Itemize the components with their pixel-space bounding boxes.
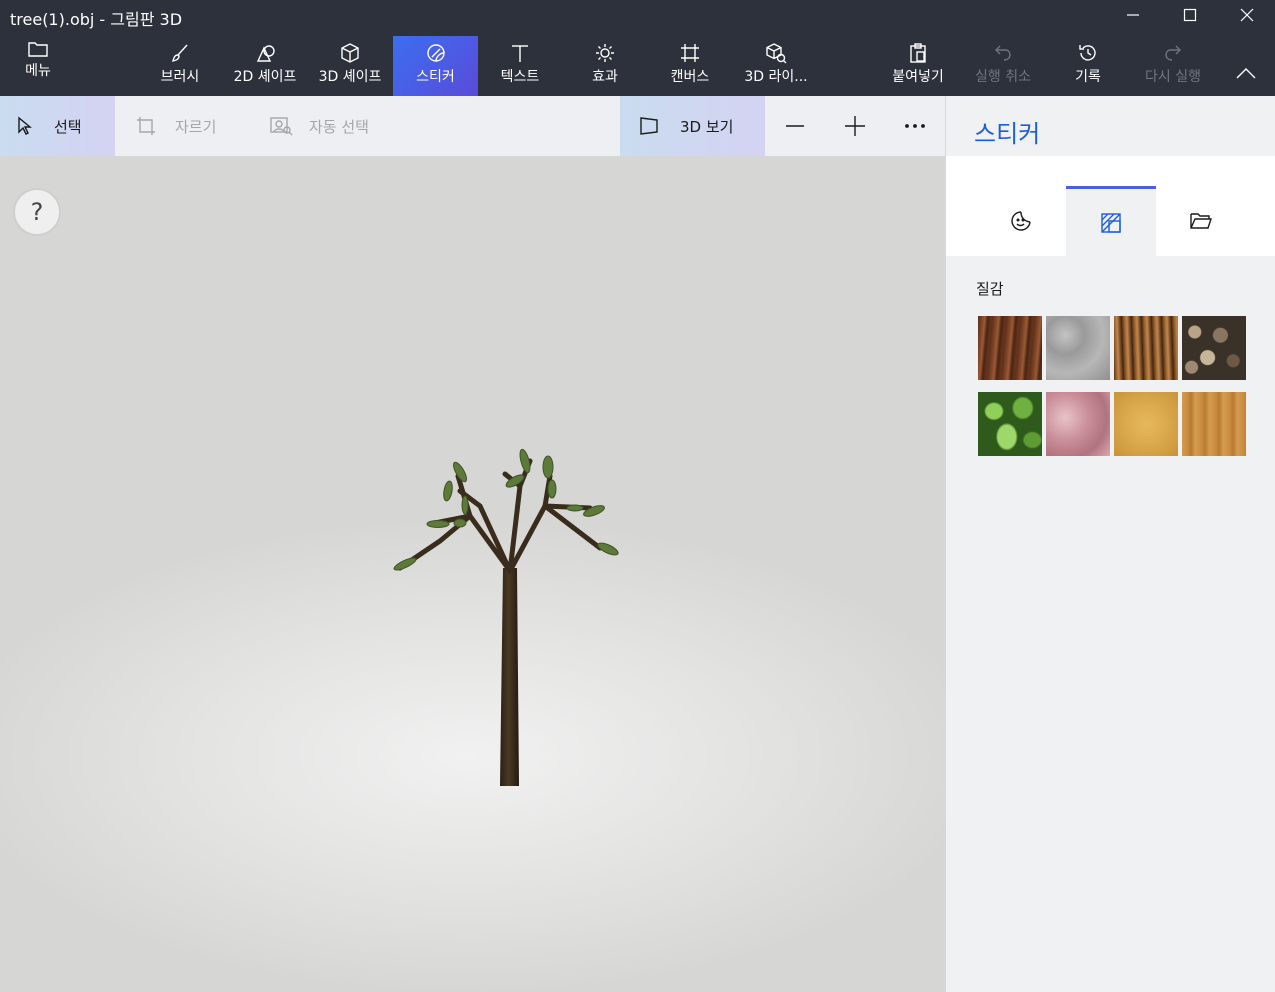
magic-select-label: 자동 선택 bbox=[309, 117, 369, 136]
tab-brush[interactable]: 브러시 bbox=[138, 36, 222, 96]
minimize-icon bbox=[1126, 14, 1139, 16]
window-title: tree(1).obj - 그림판 3D bbox=[10, 10, 183, 29]
tab-canvas[interactable]: 캔버스 bbox=[648, 36, 732, 96]
tab-3d-shapes[interactable]: 3D 셰이프 bbox=[308, 36, 392, 96]
magic-select-icon bbox=[270, 117, 293, 136]
smiley-sticker-icon bbox=[1011, 211, 1031, 231]
texture-bark[interactable] bbox=[978, 316, 1042, 380]
paste-button[interactable]: 붙여넣기 bbox=[876, 36, 960, 96]
paste-icon bbox=[910, 43, 926, 63]
history-button[interactable]: 기록 bbox=[1046, 36, 1130, 96]
sticker-icon bbox=[426, 44, 445, 62]
menu-label: 메뉴 bbox=[25, 63, 51, 79]
text-icon bbox=[512, 45, 528, 62]
toolbar: 선택 자르기 자동 선택 3D 보기 bbox=[0, 96, 945, 156]
stickers-label: 스티커 bbox=[416, 69, 455, 85]
texture-icon bbox=[1101, 212, 1121, 233]
minimize-button[interactable] bbox=[1104, 0, 1161, 30]
canvas-area[interactable]: ? bbox=[0, 156, 945, 992]
plus-icon bbox=[845, 116, 865, 136]
history-icon bbox=[1079, 45, 1096, 61]
tab-custom-stickers[interactable] bbox=[1156, 186, 1246, 256]
texture-pebbles[interactable] bbox=[1182, 316, 1246, 380]
folder-icon bbox=[28, 42, 48, 57]
tab-effects[interactable]: 효과 bbox=[563, 36, 647, 96]
tree-3d-model[interactable] bbox=[0, 156, 945, 992]
textures-section-label: 질감 bbox=[976, 280, 1004, 298]
more-options-button[interactable] bbox=[885, 96, 945, 156]
3d-library-label: 3D 라이... bbox=[744, 69, 808, 85]
panel-title: 스티커 bbox=[974, 120, 1041, 148]
texture-hair[interactable] bbox=[1114, 316, 1178, 380]
menu-button[interactable]: 메뉴 bbox=[0, 32, 76, 92]
redo-icon bbox=[1165, 45, 1181, 61]
tab-textures[interactable] bbox=[1066, 186, 1156, 256]
view-3d-label: 3D 보기 bbox=[680, 117, 734, 136]
canvas-icon bbox=[681, 44, 699, 62]
undo-icon bbox=[995, 45, 1011, 61]
minus-icon bbox=[786, 125, 804, 127]
text-label: 텍스트 bbox=[500, 69, 540, 85]
tab-stickers-emoji[interactable] bbox=[976, 186, 1066, 256]
crop-label: 자르기 bbox=[175, 117, 217, 136]
stickers-panel: 스티커 질감 bbox=[945, 96, 1275, 992]
select-tool[interactable]: 선택 bbox=[0, 96, 115, 156]
chevron-up-icon bbox=[1236, 68, 1255, 79]
history-label: 기록 bbox=[1075, 69, 1101, 85]
view-3d-toggle[interactable]: 3D 보기 bbox=[620, 96, 765, 156]
crop-icon bbox=[137, 117, 155, 135]
ribbon: 메뉴 브러시 2D 셰이프 3D 셰이프 스티커 텍스트 효과 캔버스 3D 라… bbox=[0, 32, 1275, 96]
brush-icon bbox=[172, 44, 188, 62]
open-folder-icon bbox=[1190, 213, 1212, 229]
maximize-icon bbox=[1183, 8, 1196, 22]
ellipsis-icon bbox=[905, 124, 925, 128]
undo-button[interactable]: 실행 취소 bbox=[960, 36, 1046, 96]
close-button[interactable] bbox=[1218, 0, 1275, 30]
3d-shapes-label: 3D 셰이프 bbox=[318, 69, 382, 85]
redo-button[interactable]: 다시 실행 bbox=[1130, 36, 1216, 96]
brush-label: 브러시 bbox=[160, 69, 200, 85]
panel-tabs bbox=[946, 156, 1275, 256]
tab-text[interactable]: 텍스트 bbox=[478, 36, 562, 96]
texture-granite[interactable] bbox=[1046, 316, 1110, 380]
texture-marble[interactable] bbox=[1046, 392, 1110, 456]
paste-label: 붙여넣기 bbox=[892, 69, 944, 85]
tab-2d-shapes[interactable]: 2D 셰이프 bbox=[222, 36, 308, 96]
3d-library-icon bbox=[766, 43, 787, 64]
redo-label: 다시 실행 bbox=[1145, 69, 1201, 85]
2d-shapes-icon bbox=[256, 45, 275, 62]
close-icon bbox=[1240, 8, 1253, 22]
select-label: 선택 bbox=[54, 117, 82, 136]
cursor-icon bbox=[18, 116, 32, 135]
tab-stickers[interactable]: 스티커 bbox=[393, 36, 478, 96]
title-bar: tree(1).obj - 그림판 3D bbox=[0, 0, 1275, 32]
tab-3d-library[interactable]: 3D 라이... bbox=[733, 36, 819, 96]
sun-icon bbox=[596, 44, 614, 62]
zoom-out-button[interactable] bbox=[765, 96, 825, 156]
cube-icon bbox=[341, 43, 359, 63]
3d-view-icon bbox=[640, 117, 658, 135]
undo-label: 실행 취소 bbox=[975, 69, 1031, 85]
maximize-button[interactable] bbox=[1161, 0, 1218, 30]
zoom-in-button[interactable] bbox=[825, 96, 885, 156]
2d-shapes-label: 2D 셰이프 bbox=[233, 69, 297, 85]
texture-sand[interactable] bbox=[1114, 392, 1178, 456]
canvas-label: 캔버스 bbox=[670, 69, 710, 85]
effects-label: 효과 bbox=[592, 69, 618, 85]
crop-tool[interactable]: 자르기 bbox=[115, 96, 255, 156]
texture-wood[interactable] bbox=[1182, 392, 1246, 456]
texture-leaves[interactable] bbox=[978, 392, 1042, 456]
magic-select-tool[interactable]: 자동 선택 bbox=[255, 96, 425, 156]
